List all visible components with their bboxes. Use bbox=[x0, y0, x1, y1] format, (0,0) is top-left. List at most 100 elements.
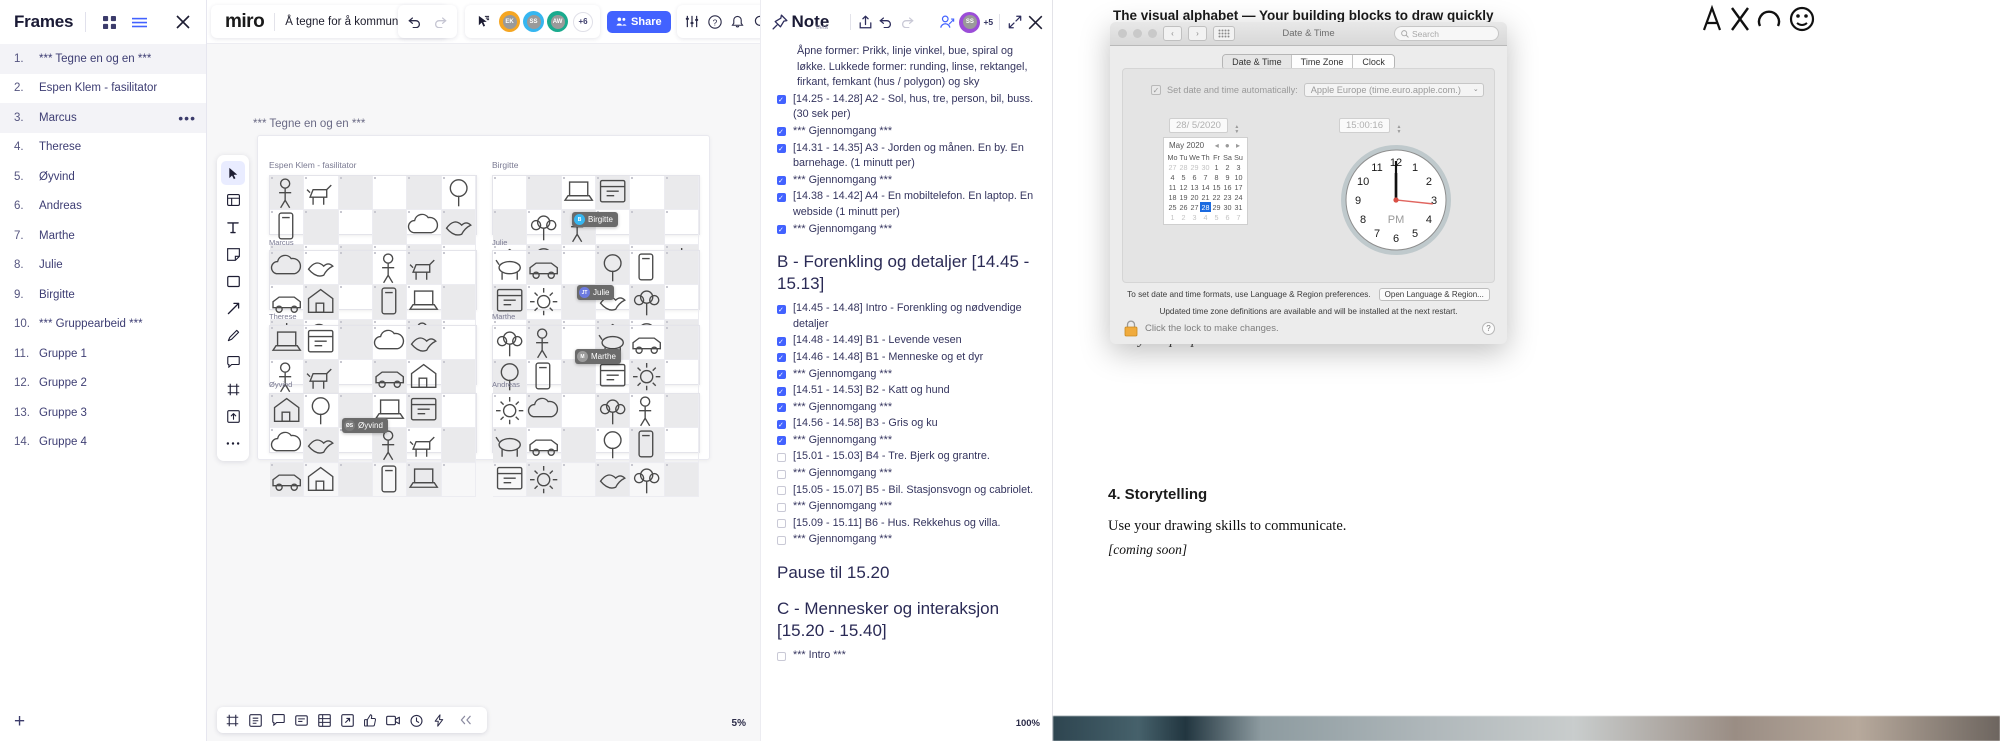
calendar-day[interactable]: 4 bbox=[1200, 212, 1211, 222]
sketch-cell[interactable] bbox=[407, 210, 442, 245]
pen-icon[interactable] bbox=[221, 323, 245, 347]
sketch-cell[interactable] bbox=[338, 251, 373, 286]
calendar-day[interactable]: 20 bbox=[1189, 192, 1200, 202]
checkbox[interactable] bbox=[777, 125, 786, 141]
calendar-day[interactable]: 6 bbox=[1189, 172, 1200, 182]
sketch-cell[interactable] bbox=[407, 394, 442, 429]
calendar-day[interactable]: 13 bbox=[1189, 182, 1200, 192]
calendar-day[interactable]: 28 bbox=[1200, 202, 1211, 212]
collaborator-avatars[interactable]: EK SS AW bbox=[499, 11, 569, 32]
collaborator-avatar[interactable]: AW bbox=[547, 11, 569, 32]
pin-icon[interactable] bbox=[771, 12, 789, 32]
shape-icon[interactable] bbox=[221, 269, 245, 293]
canvas-sketch-grid[interactable] bbox=[269, 175, 477, 279]
calendar-day[interactable]: 23 bbox=[1222, 192, 1233, 202]
calendar-day[interactable]: 9 bbox=[1222, 172, 1233, 182]
sliders-icon[interactable] bbox=[681, 11, 703, 33]
sticky-icon[interactable] bbox=[244, 709, 266, 731]
note-checklist-item[interactable]: *** Gjennomgang *** bbox=[777, 433, 1038, 450]
note-checklist-item[interactable]: *** Gjennomgang *** bbox=[777, 124, 1038, 141]
share-icon[interactable] bbox=[857, 12, 875, 32]
checkbox[interactable] bbox=[777, 469, 786, 479]
sketch-cell[interactable] bbox=[407, 360, 442, 395]
time-stepper[interactable]: ▲ ▼ bbox=[1396, 125, 1401, 135]
calendar-day[interactable]: 19 bbox=[1178, 192, 1189, 202]
canvas-sketch-grid[interactable] bbox=[492, 250, 700, 355]
sketch-cell[interactable] bbox=[595, 428, 631, 463]
calendar-day[interactable]: 18 bbox=[1167, 192, 1178, 202]
note-checklist-item[interactable]: *** Gjennomgang *** bbox=[777, 466, 1038, 482]
sketch-cell[interactable] bbox=[664, 251, 699, 286]
prefs-tab[interactable]: Date & Time bbox=[1223, 55, 1292, 69]
add-frame-button[interactable]: + bbox=[14, 712, 25, 731]
sketch-cell[interactable] bbox=[527, 210, 562, 245]
frame-icon[interactable] bbox=[221, 377, 245, 401]
note-checklist-item[interactable]: *** Gjennomgang *** bbox=[777, 400, 1038, 417]
comment-icon[interactable] bbox=[267, 709, 289, 731]
calendar-day[interactable]: 30 bbox=[1200, 162, 1211, 172]
sketch-cell[interactable] bbox=[561, 176, 596, 211]
note-checklist-item[interactable]: [15.05 - 15.07] B5 - Bil. Stasjonsvogn o… bbox=[777, 483, 1038, 499]
sketch-cell[interactable] bbox=[527, 462, 562, 498]
calendar-day[interactable]: 24 bbox=[1233, 192, 1244, 202]
arrow-icon[interactable] bbox=[221, 296, 245, 320]
calendar-day[interactable]: 28 bbox=[1178, 162, 1189, 172]
canvas-sketch-grid[interactable] bbox=[492, 393, 700, 498]
sketch-cell[interactable] bbox=[527, 251, 562, 286]
text-icon[interactable] bbox=[221, 215, 245, 239]
miro-tool-rail[interactable] bbox=[217, 155, 249, 461]
sketch-cell[interactable] bbox=[338, 326, 373, 361]
sketch-cell[interactable] bbox=[441, 394, 476, 429]
checkbox[interactable] bbox=[777, 401, 786, 417]
sketch-cell[interactable] bbox=[304, 360, 339, 395]
sketch-cell[interactable] bbox=[595, 251, 631, 286]
sketch-cell[interactable] bbox=[527, 428, 562, 463]
sketch-cell[interactable] bbox=[338, 176, 373, 211]
frame-list-item[interactable]: 14. Gruppe 4 bbox=[0, 428, 206, 458]
sketch-cell[interactable] bbox=[630, 462, 665, 498]
calendar-day[interactable]: 5 bbox=[1211, 212, 1222, 222]
frame-list-item[interactable]: 8. Julie bbox=[0, 251, 206, 281]
maximize-window-button[interactable] bbox=[1148, 29, 1157, 38]
date-stepper[interactable]: ▲ ▼ bbox=[1234, 125, 1239, 135]
frame-list-item[interactable]: 2. Espen Klem - fasilitator bbox=[0, 74, 206, 104]
prefs-tab[interactable]: Time Zone bbox=[1291, 55, 1354, 69]
sketch-cell[interactable] bbox=[664, 462, 699, 498]
note-avatar-ring[interactable]: SS bbox=[959, 11, 981, 33]
frame-list-item[interactable]: 1. *** Tegne en og en *** bbox=[0, 44, 206, 74]
note-checklist-item[interactable]: *** Gjennomgang *** bbox=[777, 499, 1038, 515]
sketch-cell[interactable] bbox=[304, 462, 339, 498]
checkbox[interactable] bbox=[777, 486, 786, 496]
sticky-note-icon[interactable] bbox=[221, 242, 245, 266]
sketch-cell[interactable] bbox=[372, 251, 408, 286]
time-input[interactable]: 15:00:16 bbox=[1339, 118, 1390, 133]
note-checklist-item[interactable]: [14.25 - 14.28] A2 - Sol, hus, tre, pers… bbox=[777, 92, 1038, 123]
frame-list-item[interactable]: 9. Birgitte bbox=[0, 280, 206, 310]
sketch-cell[interactable] bbox=[561, 428, 596, 463]
timer-icon[interactable] bbox=[405, 709, 427, 731]
note-checklist-item[interactable]: [14.31 - 14.35] A3 - Jorden og månen. En… bbox=[777, 141, 1038, 172]
checkbox[interactable] bbox=[777, 651, 786, 661]
expand-icon[interactable] bbox=[1006, 12, 1024, 32]
frame-list-item[interactable]: 7. Marthe bbox=[0, 221, 206, 251]
lightning-icon[interactable] bbox=[428, 709, 450, 731]
miro-bottom-toolbar[interactable] bbox=[217, 707, 487, 733]
cursor-share-icon[interactable] bbox=[472, 11, 494, 33]
sketch-cell[interactable] bbox=[527, 285, 562, 320]
upload-icon[interactable] bbox=[221, 404, 245, 428]
checkbox[interactable] bbox=[777, 418, 786, 433]
note-checklist-item[interactable]: *** Gjennomgang *** bbox=[777, 222, 1038, 239]
redo-icon[interactable] bbox=[898, 12, 916, 32]
card-icon[interactable] bbox=[290, 709, 312, 731]
note-checklist-item[interactable]: [14.46 - 14.48] B1 - Menneske og et dyr bbox=[777, 350, 1038, 367]
back-button[interactable]: ‹ bbox=[1163, 26, 1182, 41]
calendar-day[interactable]: 7 bbox=[1200, 172, 1211, 182]
sketch-cell[interactable] bbox=[270, 251, 305, 286]
undo-icon[interactable] bbox=[404, 11, 426, 33]
show-all-icon[interactable] bbox=[1213, 26, 1235, 41]
sketch-cell[interactable] bbox=[407, 428, 442, 463]
calendar-day[interactable]: 25 bbox=[1167, 202, 1178, 212]
sketch-cell[interactable] bbox=[441, 176, 476, 211]
calendar-day[interactable]: 3 bbox=[1233, 162, 1244, 172]
sketch-cell[interactable] bbox=[493, 360, 528, 395]
